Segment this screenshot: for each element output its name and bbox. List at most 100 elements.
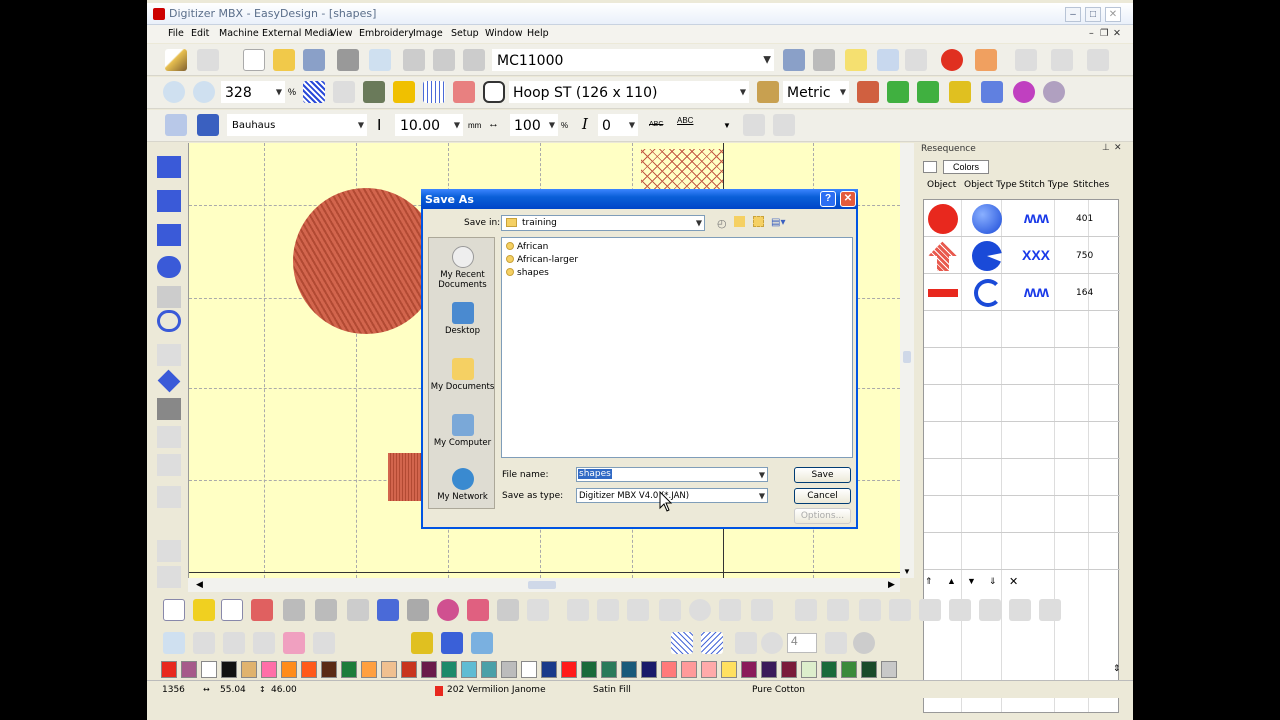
knife-icon[interactable] xyxy=(157,540,181,562)
italic-icon[interactable]: I xyxy=(582,115,588,133)
underlay-icon[interactable] xyxy=(407,599,429,621)
menu-image[interactable]: Image xyxy=(413,28,443,39)
applique-icon[interactable] xyxy=(157,398,181,420)
arrow-left-icon[interactable] xyxy=(887,81,909,103)
thread-swatch[interactable] xyxy=(741,661,757,678)
align-icon[interactable] xyxy=(1015,49,1037,71)
thread-swatch[interactable] xyxy=(521,661,537,678)
pan-icon[interactable] xyxy=(313,632,335,654)
thread-colors-icon[interactable] xyxy=(1043,81,1065,103)
thread-swatch[interactable] xyxy=(861,661,877,678)
menu-help[interactable]: Help xyxy=(527,28,549,39)
help-icon[interactable] xyxy=(975,49,997,71)
monogram-icon[interactable] xyxy=(743,114,765,136)
curve-icon[interactable] xyxy=(659,599,681,621)
menu-view[interactable]: View xyxy=(330,28,353,39)
thread-swatch[interactable] xyxy=(881,661,897,678)
chevron-left-icon[interactable]: ◀ xyxy=(196,579,203,590)
menu-window[interactable]: Window xyxy=(485,28,522,39)
move-down-icon[interactable]: ▼ xyxy=(967,576,976,586)
align-middle-icon[interactable] xyxy=(827,599,849,621)
size-icon[interactable] xyxy=(1039,599,1061,621)
shield-icon[interactable] xyxy=(453,81,475,103)
fill-pattern-icon[interactable] xyxy=(437,599,459,621)
machine-select[interactable]: MC11000 ▼ xyxy=(492,49,774,71)
list-select-icon[interactable] xyxy=(221,599,243,621)
thread-swatch[interactable] xyxy=(361,661,377,678)
settings-icon[interactable] xyxy=(157,566,181,588)
fill-tool-icon[interactable] xyxy=(157,190,181,212)
print-preview-icon[interactable] xyxy=(369,49,391,71)
thread-swatch[interactable] xyxy=(441,661,457,678)
ruler-icon[interactable] xyxy=(757,81,779,103)
stop-icon[interactable] xyxy=(941,49,963,71)
thread-swatch[interactable] xyxy=(761,661,777,678)
stepper-field[interactable]: 4 xyxy=(787,633,817,653)
ungroup-icon[interactable] xyxy=(949,599,971,621)
circle-tool-icon[interactable] xyxy=(157,256,181,278)
view-menu-icon[interactable]: ▤▾ xyxy=(771,217,785,228)
help-button[interactable]: ? xyxy=(820,191,836,207)
gear-icon[interactable] xyxy=(761,632,783,654)
palette-grid-icon[interactable] xyxy=(471,632,493,654)
font-icon[interactable] xyxy=(197,114,219,136)
checkmark-icon[interactable] xyxy=(853,632,875,654)
chevron-right-icon[interactable]: ▶ xyxy=(888,579,895,590)
center-icon[interactable] xyxy=(979,599,1001,621)
embroidered-circle[interactable] xyxy=(293,188,439,334)
thread-swatch[interactable] xyxy=(701,661,717,678)
spool-icon[interactable] xyxy=(441,632,463,654)
thread-swatch[interactable] xyxy=(301,661,317,678)
thread-swatch[interactable] xyxy=(601,661,617,678)
smooth-icon[interactable] xyxy=(627,599,649,621)
move-top-icon[interactable]: ⇑ xyxy=(925,576,933,587)
mirror-icon[interactable] xyxy=(283,599,305,621)
distribute-icon[interactable] xyxy=(889,599,911,621)
thread-swatch[interactable] xyxy=(321,661,337,678)
redo-icon[interactable] xyxy=(905,49,927,71)
ring-tool-icon[interactable] xyxy=(157,310,181,332)
thread-swatch[interactable] xyxy=(421,661,437,678)
arc-tool-icon[interactable] xyxy=(157,286,181,308)
thread-swatch[interactable] xyxy=(541,661,557,678)
stipple-icon[interactable] xyxy=(157,454,181,476)
thread-palette-icon[interactable] xyxy=(1013,81,1035,103)
lettering-icon[interactable] xyxy=(773,114,795,136)
grid-alt-icon[interactable] xyxy=(701,632,723,654)
undo-icon[interactable] xyxy=(877,49,899,71)
place-desktop[interactable]: Desktop xyxy=(429,302,496,336)
hand-select-icon[interactable] xyxy=(163,599,185,621)
embroidered-rectangle[interactable] xyxy=(388,453,425,501)
tab-colors[interactable]: Colors xyxy=(943,160,989,174)
square-tool-icon[interactable] xyxy=(157,224,181,246)
thread-swatch[interactable] xyxy=(481,661,497,678)
magnify-icon[interactable] xyxy=(845,49,867,71)
send-to-machine-icon[interactable] xyxy=(783,49,805,71)
grid-icon[interactable] xyxy=(423,81,445,103)
pencil-icon[interactable] xyxy=(165,49,187,71)
thread-swatch[interactable] xyxy=(581,661,597,678)
zoom-select[interactable]: 328 ▼ xyxy=(221,81,285,103)
zoom-in-icon[interactable] xyxy=(163,81,185,103)
branch-icon[interactable] xyxy=(597,599,619,621)
thread-swatch[interactable] xyxy=(341,661,357,678)
embroidered-arrow[interactable] xyxy=(641,149,723,189)
place-network[interactable]: My Network xyxy=(429,468,496,502)
move-up-icon[interactable]: ▲ xyxy=(947,576,956,586)
canvas-horizontal-scrollbar[interactable]: ◀ ▶ xyxy=(188,578,900,592)
save-button[interactable]: Save xyxy=(794,467,851,483)
chevron-down-icon[interactable]: ▼ xyxy=(723,121,731,130)
diamond-tool-icon[interactable] xyxy=(157,344,181,366)
place-recent[interactable]: My Recent Documents xyxy=(429,246,496,290)
width-select[interactable]: 100 ▼ xyxy=(510,114,558,136)
glasses-icon[interactable] xyxy=(333,81,355,103)
scroll-thumb[interactable] xyxy=(903,351,911,363)
align-center-icon[interactable] xyxy=(1051,49,1073,71)
canvas-vertical-scrollbar[interactable]: ▼ xyxy=(900,143,914,578)
grid-view-icon[interactable] xyxy=(671,632,693,654)
density-icon[interactable] xyxy=(377,599,399,621)
spacing-icon[interactable] xyxy=(1009,599,1031,621)
cutwork-icon[interactable] xyxy=(157,426,181,448)
minimize-button[interactable]: – xyxy=(1065,7,1081,22)
thread-swatch[interactable] xyxy=(201,661,217,678)
